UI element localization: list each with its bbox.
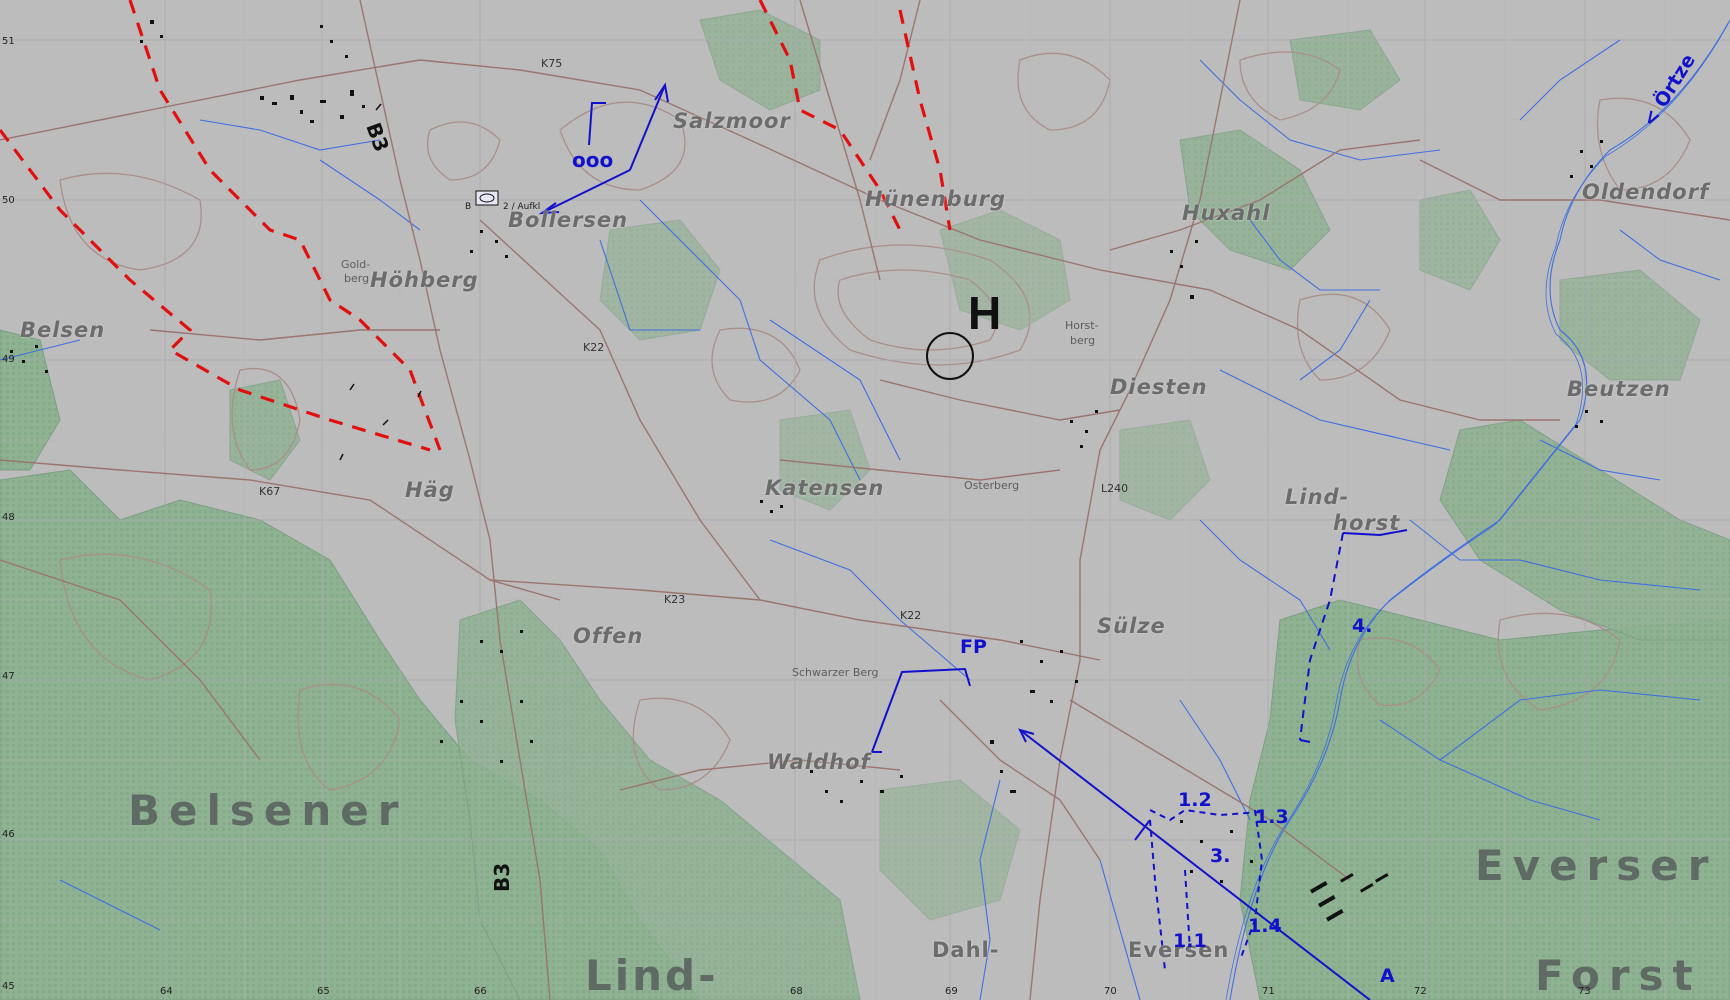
sector-3[interactable]: 3. (1210, 847, 1230, 866)
axis-a[interactable]: A (1380, 967, 1395, 986)
phase-line-fp[interactable]: FP (960, 638, 987, 657)
place-katensen: Katensen (765, 476, 885, 500)
forest-areas (0, 9, 1730, 1000)
hill-horstberg-2: berg (1070, 334, 1096, 347)
unit-label: 2 / Aufkl (503, 202, 541, 212)
grid-x69: 69 (945, 986, 958, 997)
place-oldendorf: Oldendorf (1582, 180, 1710, 204)
place-bollersen: Bollersen (508, 208, 629, 232)
map-base-layer (0, 0, 1730, 1000)
unit-label-prefix: B (465, 202, 472, 212)
road-k23: K23 (664, 593, 686, 606)
grid-y51: 51 (2, 36, 15, 47)
region-forst: Forst (1535, 951, 1702, 1000)
sector-1-3[interactable]: 1.3 (1255, 808, 1289, 827)
grid-x64: 64 (160, 986, 173, 997)
grid-y47: 47 (2, 671, 15, 682)
grid-y48: 48 (2, 512, 15, 523)
place-waldhof: Waldhof (767, 750, 871, 774)
road-l240: L240 (1101, 482, 1129, 495)
place-beutzen: Beutzen (1567, 377, 1671, 401)
topographic-map[interactable]: Belsener Lind- Everser Forst Salzmoor Hü… (0, 0, 1730, 1000)
grid-y49: 49 (2, 354, 15, 365)
road-k67: K67 (259, 485, 281, 498)
place-suelze: Sülze (1097, 614, 1166, 638)
road-k22-south: K22 (900, 609, 922, 622)
grid-x70: 70 (1104, 986, 1117, 997)
grid-x73: 73 (1578, 986, 1591, 997)
grid-y45: 45 (2, 981, 15, 992)
hill-goldberg-1: Gold- (341, 258, 371, 271)
region-belsener: Belsener (128, 786, 408, 835)
place-belsen: Belsen (20, 318, 106, 342)
place-huenenburg: Hünenburg (865, 187, 1007, 211)
hill-goldberg-2: berg (344, 272, 370, 285)
hill-horstberg-1: Horst- (1065, 319, 1099, 332)
place-hoehberg: Höhberg (370, 268, 479, 292)
grid-y46: 46 (2, 829, 15, 840)
unit-symbol-ooo[interactable]: ooo (572, 150, 613, 170)
grid-y50: 50 (2, 195, 15, 206)
grid-x71: 71 (1262, 986, 1275, 997)
grid-x66: 66 (474, 986, 487, 997)
road-b3-south: B3 (490, 862, 514, 892)
place-salzmoor: Salzmoor (673, 109, 791, 133)
sector-1-1[interactable]: 1.1 (1173, 932, 1207, 951)
road-k22-north: K22 (583, 341, 605, 354)
hill-osterberg: Osterberg (964, 479, 1020, 492)
place-lindhorst-1: Lind- (1285, 485, 1350, 509)
objective-marker-h[interactable]: H (968, 290, 1001, 336)
place-lindhorst-2: horst (1333, 511, 1401, 535)
sector-1-4[interactable]: 1.4 (1248, 917, 1282, 936)
place-offen: Offen (573, 624, 644, 648)
place-dahl: Dahl- (932, 938, 1000, 962)
sector-1-2[interactable]: 1.2 (1178, 791, 1212, 810)
place-diesten: Diesten (1110, 375, 1208, 399)
unit-frame[interactable] (475, 190, 499, 206)
road-k75: K75 (541, 57, 563, 70)
place-haeg: Häg (405, 478, 455, 502)
grid-x72: 72 (1414, 986, 1427, 997)
grid-x68: 68 (790, 986, 803, 997)
sector-4[interactable]: 4. (1352, 617, 1372, 636)
region-lind: Lind- (585, 951, 719, 1000)
hill-schwarzer-berg: Schwarzer Berg (792, 666, 879, 679)
place-huxahl: Huxahl (1182, 201, 1271, 225)
region-everser: Everser (1475, 841, 1718, 890)
grid-x65: 65 (317, 986, 330, 997)
